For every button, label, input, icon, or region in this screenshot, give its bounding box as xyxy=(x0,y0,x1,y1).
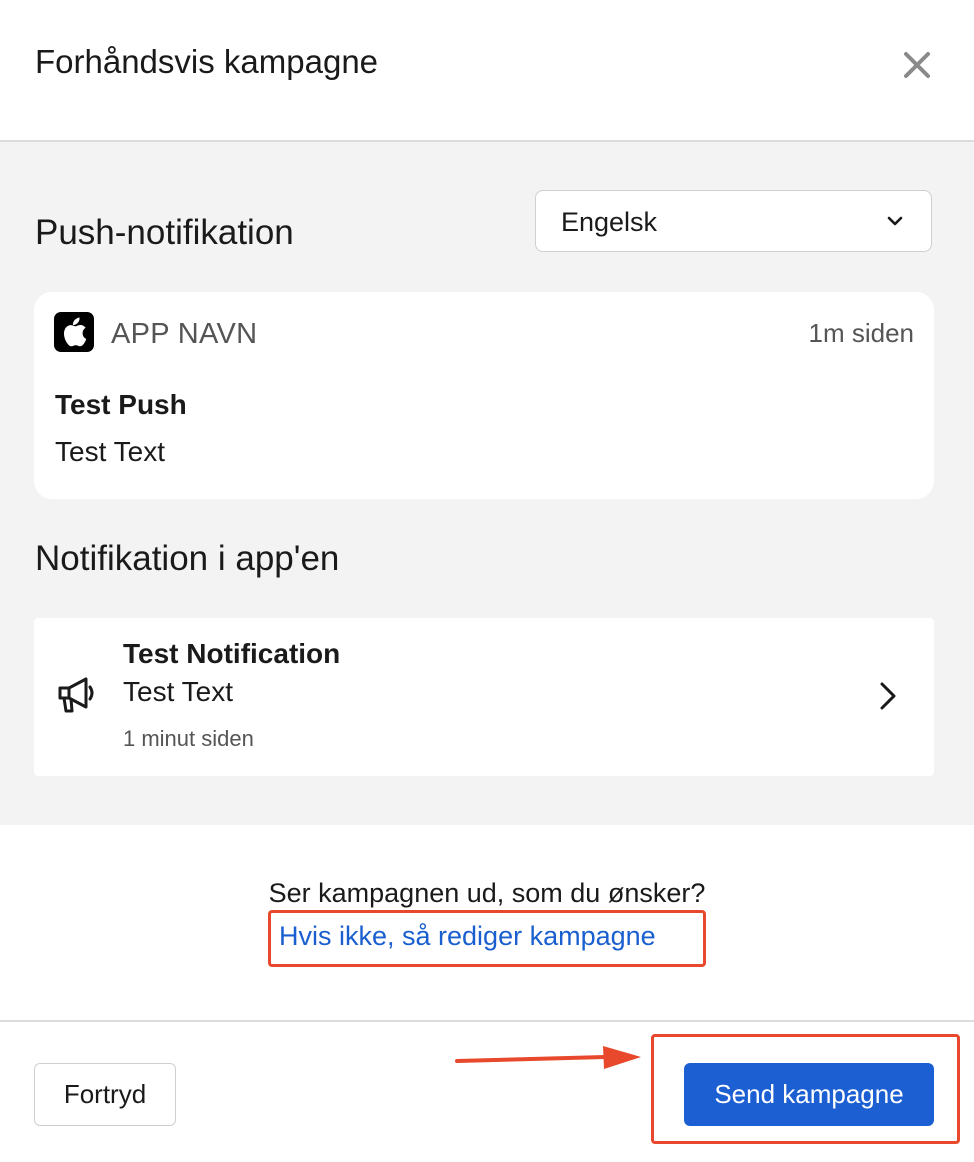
chevron-down-icon xyxy=(887,216,903,226)
inapp-section-title: Notifikation i app'en xyxy=(35,539,340,578)
modal-title: Forhåndsvis kampagne xyxy=(35,43,379,80)
push-timestamp: 1m siden xyxy=(808,318,915,348)
arrow-right-icon xyxy=(455,1046,641,1069)
push-preview-card: APP NAVN 1m siden Test Push Test Text xyxy=(34,292,934,499)
push-body: Test Text xyxy=(55,436,165,467)
inapp-title: Test Notification xyxy=(123,638,341,669)
close-button[interactable] xyxy=(898,46,936,84)
megaphone-icon xyxy=(58,677,94,713)
language-select[interactable]: Engelsk xyxy=(535,190,932,252)
inapp-body: Test Text xyxy=(123,676,233,707)
language-select-value: Engelsk xyxy=(561,207,658,237)
modal-header: Forhåndsvis kampagne xyxy=(0,0,974,142)
preview-content: Push-notifikation Engelsk APP NAVN 1m si… xyxy=(0,142,974,825)
push-section-title: Push-notifikation xyxy=(35,213,294,252)
confirm-question: Ser kampagnen ud, som du ønsker? xyxy=(268,878,706,908)
send-campaign-button[interactable]: Send kampagne xyxy=(684,1063,934,1126)
push-app-name: APP NAVN xyxy=(111,318,258,350)
inapp-timestamp: 1 minut siden xyxy=(123,726,254,751)
apple-logo-icon xyxy=(63,317,87,347)
push-title: Test Push xyxy=(55,389,187,420)
app-icon xyxy=(54,312,94,352)
inapp-notification-card[interactable]: Test Notification Test Text 1 minut side… xyxy=(34,618,934,776)
footer-divider xyxy=(0,1020,974,1022)
cancel-button[interactable]: Fortryd xyxy=(34,1063,176,1126)
chevron-right-icon xyxy=(880,682,896,710)
edit-campaign-link[interactable]: Hvis ikke, så rediger kampagne xyxy=(279,918,656,954)
close-icon xyxy=(904,52,930,78)
